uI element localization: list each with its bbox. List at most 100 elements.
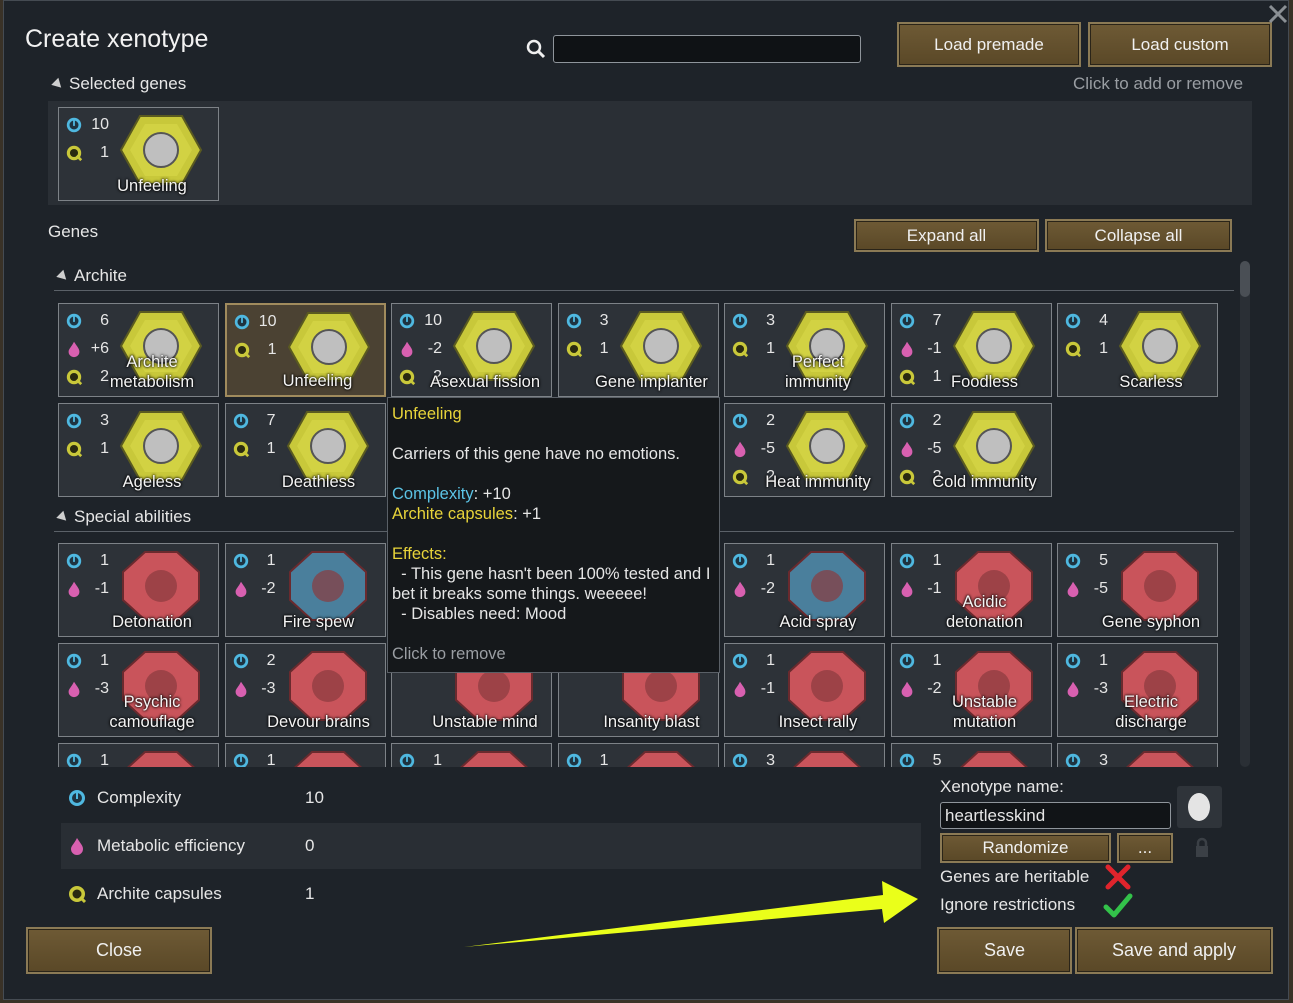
heritable-cross-icon[interactable] xyxy=(1104,863,1132,891)
scrollbar-track[interactable] xyxy=(1240,261,1250,767)
gene-tile[interactable]: 10 1 Unfeeling xyxy=(224,303,386,397)
gene-tile[interactable]: 1 -2 Acid spray xyxy=(724,543,885,637)
complexity-icon xyxy=(566,313,581,329)
gene-tile[interactable]: 1 xyxy=(58,743,219,767)
load-premade-button[interactable]: Load premade xyxy=(897,22,1081,67)
gene-tile[interactable]: 2 -3 Devour brains xyxy=(224,643,386,737)
gene-tile[interactable]: 1 xyxy=(224,743,386,767)
gene-stat-value: 1 xyxy=(266,440,276,457)
metabolism-icon xyxy=(734,581,746,598)
gene-name: Acidic detonation xyxy=(945,593,1024,631)
gene-name: Archite metabolism xyxy=(109,353,195,391)
xenotype-icon-button[interactable] xyxy=(1177,786,1222,828)
gene-name: Insect rally xyxy=(778,713,858,731)
gene-stat: 1 xyxy=(731,552,775,570)
archite-capsule-icon xyxy=(234,342,250,359)
metabolism-icon xyxy=(901,441,912,458)
randomize-button[interactable]: Randomize xyxy=(940,833,1111,863)
gene-tile[interactable]: 1 -1 Detonation xyxy=(58,543,219,637)
scrollbar-thumb[interactable] xyxy=(1240,261,1250,297)
gene-tile[interactable]: 4 1 Scarless xyxy=(1057,303,1218,397)
complexity-icon xyxy=(399,753,415,767)
save-and-apply-button[interactable]: Save and apply xyxy=(1075,927,1273,974)
gene-stat-value: 1 xyxy=(100,144,109,161)
gene-stat: 1 xyxy=(65,652,109,670)
gene-stat: 1 xyxy=(398,752,442,767)
gene-tile[interactable]: 7 1 Deathless xyxy=(224,403,386,497)
total-metabolic-efficiency: Metabolic efficiency 0 xyxy=(61,823,921,869)
gene-tile[interactable]: 1 -3 Electric discharge xyxy=(1057,643,1218,737)
gene-stat: 2 xyxy=(232,652,276,670)
gene-tile[interactable]: 10 -2 2 Asexual fission xyxy=(391,303,552,397)
gene-tile[interactable]: 6 +6 2 Archite metabolism xyxy=(58,303,219,397)
gene-stat-value: -2 xyxy=(427,340,442,357)
gene-stat: -1 xyxy=(898,340,942,358)
gene-tile[interactable]: 3 1 Ageless xyxy=(58,403,219,497)
gene-stat-value: 6 xyxy=(100,312,109,329)
archite-capsule-icon xyxy=(899,369,915,386)
expand-all-button[interactable]: Expand all xyxy=(854,219,1039,252)
gene-tile[interactable]: 1 -1 Insect rally xyxy=(724,643,885,737)
gene-stat-value: 3 xyxy=(1099,752,1108,767)
gene-tile[interactable]: 2 -5 2 Heat immunity xyxy=(724,403,885,497)
metabolism-icon xyxy=(401,341,413,358)
gene-stat-value: 10 xyxy=(258,313,277,330)
complexity-icon xyxy=(732,313,748,329)
gene-stat: -2 xyxy=(731,580,775,598)
gene-tile[interactable]: 1 xyxy=(557,743,719,767)
gene-tile[interactable]: 1 -1 Acidic detonation xyxy=(890,543,1052,637)
gene-stat-value: 1 xyxy=(766,652,775,669)
gene-stat-value: -5 xyxy=(1093,580,1108,597)
archite-capsule-icon xyxy=(66,441,83,458)
gene-stat-value: 3 xyxy=(100,412,109,429)
lock-icon[interactable] xyxy=(1193,837,1211,859)
window-close-icon[interactable] xyxy=(1266,2,1290,26)
gene-tile[interactable]: 5 -5 Gene syphon xyxy=(1057,543,1218,637)
archite-capsule-icon xyxy=(566,341,582,358)
gene-stat: 1 xyxy=(565,340,609,358)
archite-capsule-icon xyxy=(899,469,915,486)
metabolism-icon xyxy=(68,681,80,698)
gene-stat-value: 1 xyxy=(1099,652,1108,669)
gene-stat: -2 xyxy=(232,580,276,598)
xenotype-name-input[interactable] xyxy=(940,802,1171,829)
complexity-icon xyxy=(732,413,748,429)
gene-tile[interactable]: 5Parasitic xyxy=(890,743,1052,767)
ignore-restrictions-check-icon[interactable] xyxy=(1103,892,1133,920)
close-button[interactable]: Close xyxy=(26,927,212,974)
gene-stat: -5 xyxy=(1064,580,1108,598)
save-button[interactable]: Save xyxy=(937,927,1072,974)
gene-name: Devour brains xyxy=(267,713,370,731)
gene-tile[interactable]: 1 -2 Unstable mutation xyxy=(890,643,1052,737)
load-custom-button[interactable]: Load custom xyxy=(1088,22,1272,67)
gene-stat-value: 3 xyxy=(766,752,775,767)
category-archite[interactable]: Archite xyxy=(56,266,127,286)
gene-tile[interactable]: 3 1 Perfect immunity xyxy=(724,303,885,397)
gene-name: Foodless xyxy=(951,373,1018,391)
search-input[interactable] xyxy=(553,35,861,63)
category-special-abilities[interactable]: Special abilities xyxy=(56,507,191,527)
complexity-icon xyxy=(899,413,914,429)
gene-stat-value: 1 xyxy=(266,552,276,569)
gene-tile[interactable]: 3 1 Gene implanter xyxy=(557,303,719,397)
archite-capsule-icon xyxy=(66,369,83,386)
total-complexity: Complexity 10 xyxy=(61,775,921,821)
gene-tile[interactable]: 1 -2 Fire spew xyxy=(224,543,386,637)
gene-tile[interactable]: 3 xyxy=(1057,743,1218,767)
gene-tile[interactable]: 1 -3 Psychic camouflage xyxy=(58,643,219,737)
selected-genes-header[interactable]: Selected genes xyxy=(51,74,186,94)
complexity-icon xyxy=(66,117,82,133)
gene-stat-value: 1 xyxy=(766,552,775,569)
gene-tile[interactable]: 3 xyxy=(724,743,885,767)
gene-tile[interactable]: 7 -1 1 Foodless xyxy=(890,303,1052,397)
metabolism-icon xyxy=(734,681,746,698)
gene-octagon-icon xyxy=(127,751,195,767)
complexity-icon xyxy=(732,753,748,767)
add-remove-hint: Click to add or remove xyxy=(1073,74,1244,93)
gene-tile[interactable]: 10 1 Unfeeling xyxy=(58,107,219,201)
gene-tile[interactable]: 2 -5 2 Cold immunity xyxy=(890,403,1052,497)
gene-stat-value: 2 xyxy=(266,652,276,669)
gene-tile[interactable]: 1 xyxy=(391,743,552,767)
collapse-all-button[interactable]: Collapse all xyxy=(1045,219,1232,252)
more-options-button[interactable]: ... xyxy=(1117,833,1173,863)
